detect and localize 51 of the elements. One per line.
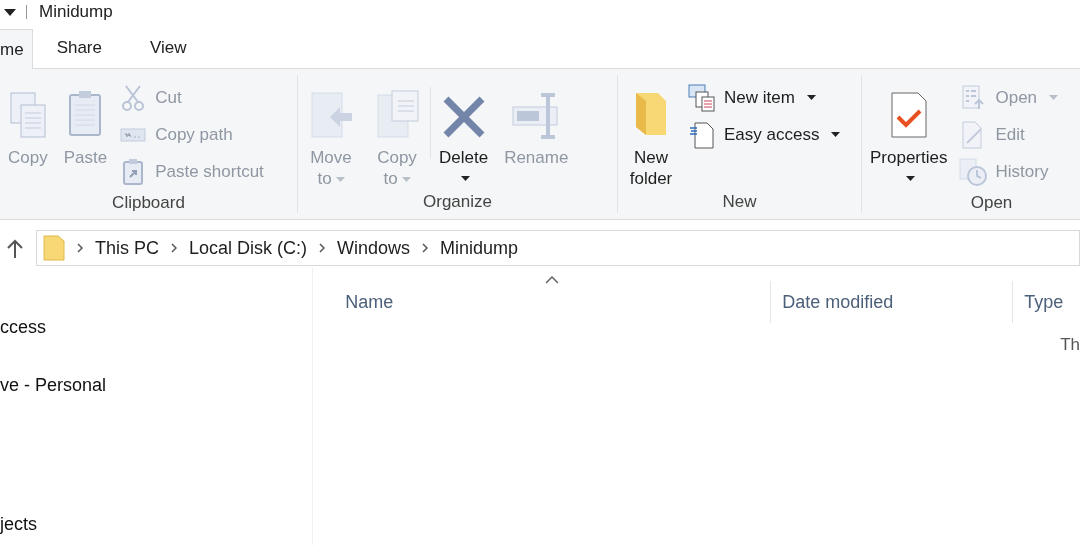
caret-icon bbox=[335, 177, 345, 182]
delete-icon bbox=[441, 95, 486, 139]
history-icon bbox=[959, 157, 988, 186]
ribbon-button[interactable]: Delete bbox=[431, 75, 497, 189]
column-header[interactable]: Type bbox=[1013, 288, 1064, 316]
navigation-item[interactable]: ve - Personal bbox=[0, 372, 313, 399]
document-icon bbox=[689, 120, 715, 149]
sort-icon bbox=[545, 276, 560, 284]
new-item-icon bbox=[688, 83, 716, 112]
documents-icon bbox=[8, 91, 47, 139]
documents-icon bbox=[374, 89, 420, 139]
chevron-icon bbox=[171, 243, 177, 253]
caret-icon bbox=[401, 177, 411, 182]
caret-icon bbox=[906, 176, 916, 181]
folder-icon bbox=[43, 235, 65, 261]
ribbon-button[interactable]: Properties bbox=[862, 75, 956, 189]
group-label: Organize bbox=[422, 191, 493, 213]
empty-message: Th bbox=[1060, 334, 1080, 356]
address-bar[interactable]: This PC Local Disk (C:) Windows Minidump bbox=[36, 230, 1080, 266]
ribbon-button[interactable]: Easy access bbox=[688, 116, 841, 153]
ribbon-tab[interactable]: Share bbox=[32, 28, 126, 68]
chevron-icon bbox=[77, 243, 83, 253]
chevron-icon bbox=[319, 243, 326, 253]
scissors-icon bbox=[121, 83, 146, 112]
caret-icon bbox=[806, 95, 816, 100]
caret-icon bbox=[1049, 95, 1059, 100]
window-title: Minidump bbox=[39, 1, 113, 23]
move-icon bbox=[308, 91, 354, 139]
group-label: New bbox=[721, 191, 758, 213]
open-icon bbox=[961, 84, 986, 111]
properties-icon bbox=[889, 91, 928, 139]
breadcrumb[interactable]: Windows bbox=[337, 234, 411, 262]
caret-icon bbox=[4, 8, 16, 16]
breadcrumb[interactable]: Minidump bbox=[440, 234, 519, 262]
clipboard-icon bbox=[122, 157, 145, 186]
breadcrumb[interactable]: Local Disk (C:) bbox=[189, 234, 308, 262]
breadcrumb[interactable]: This PC bbox=[95, 234, 159, 262]
group-label: Clipboard bbox=[111, 192, 186, 214]
chevron-icon bbox=[422, 243, 429, 253]
ribbon-tab[interactable]: View bbox=[126, 28, 211, 68]
group-label: Open bbox=[969, 192, 1014, 214]
ribbon-button[interactable]: New item bbox=[688, 79, 841, 116]
navigation-item[interactable]: jects bbox=[0, 511, 313, 538]
caret-icon bbox=[831, 132, 841, 137]
ribbon-button[interactable]: New folder bbox=[618, 75, 684, 189]
ribbon-tab[interactable]: me bbox=[0, 29, 33, 69]
navigation-item[interactable]: ccess bbox=[0, 314, 313, 341]
column-header[interactable]: Name bbox=[313, 288, 771, 316]
caret-icon bbox=[461, 176, 471, 181]
path-icon bbox=[120, 126, 147, 143]
column-header[interactable]: Date modified bbox=[771, 288, 1013, 316]
